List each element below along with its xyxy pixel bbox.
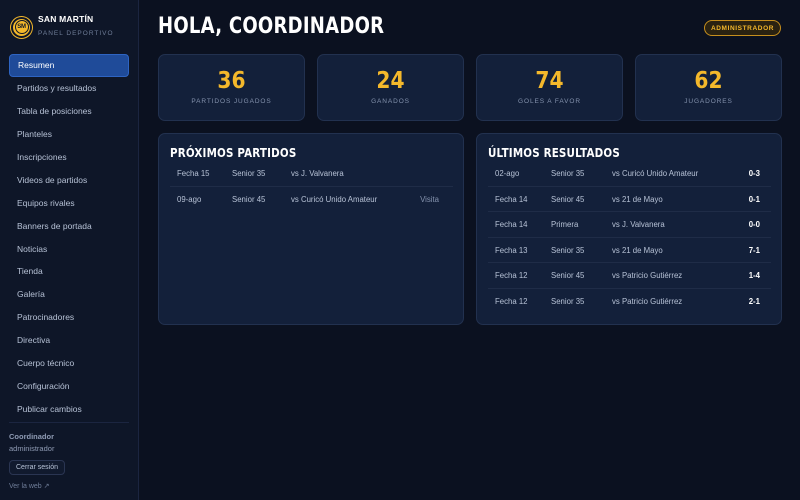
- match-opponent: vs J. Valvanera: [291, 169, 344, 178]
- result-score: 0-1: [748, 194, 760, 204]
- stat-value: 36: [217, 68, 246, 94]
- result-score: 0-0: [748, 220, 760, 229]
- result-date: Fecha 14: [495, 194, 528, 204]
- brand[interactable]: SM SAN MARTÍN PANEL DEPORTIVO: [11, 13, 114, 41]
- result-opponent: vs Patricio Gutiérrez: [612, 296, 683, 306]
- stat-label: PARTIDOS JUGADOS: [191, 98, 272, 105]
- result-score: 1-4: [748, 271, 760, 280]
- sidebar-item-inscripciones[interactable]: Inscripciones: [9, 146, 129, 169]
- sidebar: SM SAN MARTÍN PANEL DEPORTIVO Resumen Pa…: [0, 0, 139, 500]
- result-score: 7-1: [748, 245, 760, 255]
- result-date: Fecha 12: [495, 271, 528, 280]
- sidebar-item-noticias[interactable]: Noticias: [9, 237, 129, 260]
- sidebar-item-galeria[interactable]: Galería: [9, 283, 129, 306]
- sidebar-item-equipos[interactable]: Equipos rivales: [9, 191, 129, 214]
- list-item[interactable]: Fecha 14 Senior 45 vs 21 de Mayo 0-1: [488, 187, 771, 212]
- sidebar-item-patrocinadores[interactable]: Patrocinadores: [9, 306, 129, 329]
- latest-results-list: 02-ago Senior 35 vs Curicó Unido Amateur…: [488, 161, 771, 314]
- sidebar-item-banners[interactable]: Banners de portada: [9, 214, 129, 237]
- stat-value: 24: [376, 68, 405, 94]
- result-opponent: vs Patricio Gutiérrez: [612, 271, 683, 280]
- match-category: Senior 45: [232, 194, 266, 204]
- brand-name: SAN MARTÍN: [38, 14, 94, 24]
- stat-card-goles: 74 GOLES A FAVOR: [476, 54, 623, 121]
- result-opponent: vs Curicó Unido Amateur: [612, 169, 699, 178]
- sidebar-item-tienda[interactable]: Tienda: [9, 260, 129, 283]
- club-logo-text: SM: [14, 20, 29, 34]
- stat-card-jugadores: 62 JUGADORES: [635, 54, 782, 121]
- page-title: HOLA, COORDINADOR: [158, 14, 385, 39]
- result-opponent: vs 21 de Mayo: [612, 194, 663, 204]
- sidebar-item-videos[interactable]: Videos de partidos: [9, 168, 129, 191]
- list-item[interactable]: Fecha 13 Senior 35 vs 21 de Mayo 7-1: [488, 238, 771, 263]
- sidebar-item-directiva[interactable]: Directiva: [9, 329, 129, 352]
- upcoming-matches-title: PRÓXIMOS PARTIDOS: [170, 146, 297, 160]
- logout-button[interactable]: Cerrar sesión: [9, 460, 66, 475]
- stat-value: 74: [535, 68, 564, 94]
- stat-label: GOLES A FAVOR: [518, 98, 581, 105]
- result-date: Fecha 12: [495, 296, 528, 306]
- sidebar-item-planteles[interactable]: Planteles: [9, 123, 129, 146]
- sidebar-item-cuerpo-tecnico[interactable]: Cuerpo técnico: [9, 352, 129, 375]
- latest-results-title: ÚLTIMOS RESULTADOS: [488, 146, 620, 160]
- result-date: 02-ago: [495, 169, 520, 178]
- match-category: Senior 35: [232, 169, 266, 178]
- sidebar-item-partidos[interactable]: Partidos y resultados: [9, 77, 129, 100]
- sidebar-divider: [9, 422, 129, 423]
- result-category: Senior 35: [551, 245, 585, 255]
- list-item[interactable]: Fecha 15 Senior 35 vs J. Valvanera: [170, 161, 453, 187]
- match-date: Fecha 15: [177, 169, 210, 178]
- result-date: Fecha 14: [495, 220, 528, 229]
- result-category: Senior 35: [551, 296, 585, 306]
- sidebar-nav: Resumen Partidos y resultados Tabla de p…: [9, 54, 129, 420]
- match-venue: Visita: [420, 194, 439, 204]
- result-opponent: vs 21 de Mayo: [612, 245, 663, 255]
- result-category: Senior 45: [551, 271, 585, 280]
- view-web-link[interactable]: Ver la web ↗: [9, 482, 50, 490]
- sidebar-item-resumen[interactable]: Resumen: [9, 54, 129, 77]
- list-item[interactable]: 02-ago Senior 35 vs Curicó Unido Amateur…: [488, 161, 771, 187]
- result-score: 2-1: [748, 296, 760, 306]
- result-category: Primera: [551, 220, 579, 229]
- sidebar-item-publicar[interactable]: Publicar cambios: [9, 397, 129, 420]
- brand-subtitle: PANEL DEPORTIVO: [38, 30, 114, 37]
- latest-results-card: ÚLTIMOS RESULTADOS 02-ago Senior 35 vs C…: [476, 133, 782, 325]
- club-logo-icon: SM: [11, 16, 32, 38]
- result-opponent: vs J. Valvanera: [612, 220, 665, 229]
- list-item[interactable]: Fecha 12 Senior 45 vs Patricio Gutiérrez…: [488, 263, 771, 289]
- upcoming-matches-list: Fecha 15 Senior 35 vs J. Valvanera 09-ag…: [170, 161, 453, 212]
- result-category: Senior 45: [551, 194, 585, 204]
- result-score: 0-3: [748, 169, 760, 178]
- list-item[interactable]: Fecha 14 Primera vs J. Valvanera 0-0: [488, 212, 771, 238]
- list-item[interactable]: 09-ago Senior 45 vs Curicó Unido Amateur…: [170, 187, 453, 213]
- user-name: Coordinador: [9, 432, 54, 441]
- result-category: Senior 35: [551, 169, 585, 178]
- sidebar-item-configuracion[interactable]: Configuración: [9, 374, 129, 397]
- stat-card-ganados: 24 GANADOS: [317, 54, 464, 121]
- list-item[interactable]: Fecha 12 Senior 35 vs Patricio Gutiérrez…: [488, 289, 771, 315]
- stat-label: JUGADORES: [684, 98, 733, 105]
- upcoming-matches-card: PRÓXIMOS PARTIDOS Fecha 15 Senior 35 vs …: [158, 133, 464, 325]
- role-badge: ADMINISTRADOR: [704, 20, 781, 36]
- user-role: administrador: [9, 444, 55, 453]
- stat-value: 62: [694, 68, 723, 94]
- stat-card-partidos: 36 PARTIDOS JUGADOS: [158, 54, 305, 121]
- sidebar-item-tabla[interactable]: Tabla de posiciones: [9, 100, 129, 123]
- match-opponent: vs Curicó Unido Amateur: [291, 194, 378, 204]
- match-date: 09-ago: [177, 194, 202, 204]
- stat-label: GANADOS: [371, 98, 410, 105]
- result-date: Fecha 13: [495, 245, 528, 255]
